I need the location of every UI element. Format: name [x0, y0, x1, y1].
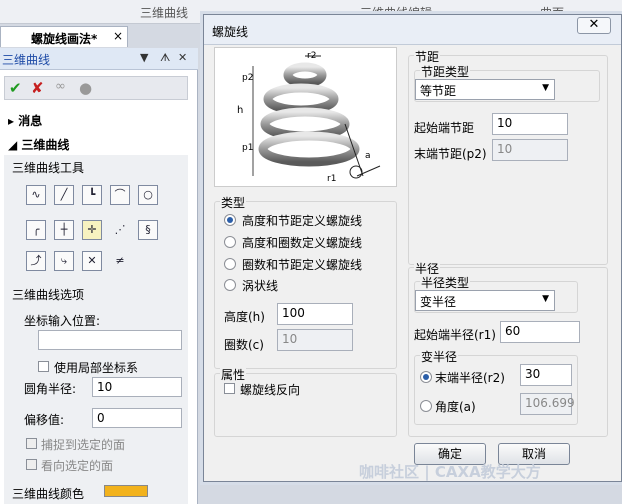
- panel-header: 三维曲线 ▼ ᗑ ✕: [0, 48, 198, 70]
- helix-dialog: 螺旋线 ✕ r2 p2 h p1 r1 a 类型 高度和节距定义螺旋线 高度和圈…: [203, 14, 622, 482]
- watermark: 咖啡社区 | CAXA教学大方: [359, 463, 541, 481]
- end-radius-radio[interactable]: [420, 371, 432, 383]
- offset-input[interactable]: 0: [92, 408, 182, 428]
- type-radio-turns-pitch[interactable]: [224, 258, 236, 270]
- panel-dropdown-icon[interactable]: ▼: [140, 51, 148, 64]
- local-coord-checkbox[interactable]: [38, 361, 49, 372]
- close-tab-icon[interactable]: ×: [113, 29, 123, 43]
- type-label-turns-pitch: 圈数和节距定义螺旋线: [242, 258, 363, 272]
- end-radius-input[interactable]: 30: [520, 364, 572, 386]
- start-radius-input[interactable]: 60: [500, 321, 580, 343]
- coord-label: 坐标输入位置:: [24, 314, 101, 328]
- tools-title: 三维曲线工具: [12, 161, 85, 175]
- tool-offset-icon[interactable]: ≠: [110, 251, 130, 271]
- helix-diagram-svg: r2 p2 h p1 r1 a: [237, 51, 381, 190]
- messages-section[interactable]: ▸ 消息: [8, 112, 42, 129]
- chevron-down-icon: ▼: [542, 294, 549, 304]
- dialog-titlebar: 螺旋线 ✕: [204, 15, 621, 45]
- diagram-label-r2: r2: [307, 51, 316, 61]
- fillet-label: 圆角半径:: [24, 382, 77, 396]
- tool-bridge-icon[interactable]: ⤷: [54, 251, 74, 271]
- view-face-checkbox[interactable]: [26, 459, 37, 470]
- type-label-height-turns: 高度和圈数定义螺旋线: [242, 236, 363, 250]
- tool-trim-icon[interactable]: ✕: [82, 251, 102, 271]
- tool-snap-point-icon[interactable]: ✛: [82, 220, 102, 240]
- tool-helix-icon[interactable]: §: [138, 220, 158, 240]
- turns-label: 圈数(c): [224, 338, 264, 352]
- start-radius-label: 起始端半径(r1): [414, 328, 496, 342]
- var-radius-title: 变半径: [420, 348, 459, 365]
- dialog-close-icon[interactable]: ✕: [577, 17, 611, 34]
- type-label-spiral: 涡状线: [242, 279, 279, 293]
- fillet-radius-input[interactable]: 10: [92, 377, 182, 397]
- start-pitch-input[interactable]: 10: [492, 113, 568, 135]
- tool-point-icon[interactable]: ┼: [54, 220, 74, 240]
- angle-input[interactable]: 106.699: [520, 393, 575, 415]
- height-input[interactable]: 100: [277, 303, 353, 325]
- cancel-icon[interactable]: ✘: [31, 79, 44, 97]
- check-icon[interactable]: ✔: [9, 79, 22, 97]
- angle-radio[interactable]: [420, 400, 432, 412]
- tool-arc-icon[interactable]: ⌒: [110, 185, 130, 205]
- reverse-checkbox[interactable]: [224, 383, 235, 394]
- tool-dot-line-icon[interactable]: ⋰: [110, 220, 130, 240]
- type-label-height-pitch: 高度和节距定义螺旋线: [242, 214, 363, 228]
- menu-item-3d-curve[interactable]: 三维曲线: [140, 4, 188, 21]
- view-face-label: 看向选定的面: [41, 459, 114, 473]
- document-tab-label: 螺旋线画法*: [31, 32, 98, 46]
- snap-face-checkbox[interactable]: [26, 438, 37, 449]
- dialog-title: 螺旋线: [212, 25, 249, 39]
- tool-spline-icon[interactable]: ∿: [26, 185, 46, 205]
- type-radio-height-pitch[interactable]: [224, 214, 236, 226]
- panel-close-icon[interactable]: ✕: [178, 51, 187, 64]
- diagram-label-r1: r1: [327, 174, 336, 184]
- tool-polyline-icon[interactable]: ┗: [82, 185, 102, 205]
- helix-diagram: r2 p2 h p1 r1 a: [214, 47, 397, 190]
- radius-type-select[interactable]: 变半径 ▼: [415, 290, 555, 311]
- type-radio-spiral[interactable]: [224, 279, 236, 291]
- coord-input[interactable]: [38, 330, 182, 350]
- start-pitch-label: 起始端节距: [414, 121, 475, 135]
- radius-type-value: 变半径: [420, 295, 457, 309]
- record-icon[interactable]: ●: [79, 79, 92, 97]
- color-label: 三维曲线颜色: [12, 487, 85, 501]
- preview-icon[interactable]: ∞: [55, 79, 66, 94]
- panel-title: 三维曲线: [2, 53, 51, 67]
- snap-face-label: 捕捉到选定的面: [41, 438, 126, 452]
- tool-project-icon[interactable]: ⤴: [26, 251, 46, 271]
- pitch-type-title: 节距类型: [420, 63, 471, 80]
- end-radius-label: 末端半径(r2): [435, 371, 505, 385]
- end-pitch-input[interactable]: 10: [492, 139, 568, 161]
- tool-circle-icon[interactable]: ○: [138, 185, 158, 205]
- pin-icon[interactable]: ᗑ: [160, 51, 170, 65]
- local-coord-label: 使用局部坐标系: [54, 361, 139, 375]
- curve-color-swatch[interactable]: [104, 485, 148, 497]
- type-group-title: 类型: [220, 194, 247, 211]
- end-pitch-label: 末端节距(p2): [414, 147, 487, 161]
- reverse-label: 螺旋线反向: [240, 383, 301, 397]
- pitch-type-value: 等节距: [420, 84, 457, 98]
- action-bar: ✔ ✘ ∞ ●: [4, 76, 188, 100]
- angle-label: 角度(a): [435, 400, 476, 414]
- offset-label: 偏移值:: [24, 413, 65, 427]
- tool-line-icon[interactable]: ╱: [54, 185, 74, 205]
- tool-fillet-icon[interactable]: ╭: [26, 220, 46, 240]
- curve-section[interactable]: ◢ 三维曲线: [8, 136, 69, 153]
- pitch-type-select[interactable]: 等节距 ▼: [415, 79, 555, 100]
- type-radio-height-turns[interactable]: [224, 236, 236, 248]
- turns-input[interactable]: 10: [277, 329, 353, 351]
- diagram-label-p2: p2: [242, 73, 253, 83]
- chevron-down-icon: ▼: [542, 83, 549, 93]
- document-tab[interactable]: 螺旋线画法* ×: [0, 26, 128, 47]
- diagram-label-p1: p1: [242, 143, 253, 153]
- radius-type-title: 半径类型: [420, 274, 471, 291]
- tools-area: 三维曲线工具 ∿ ╱ ┗ ⌒ ○ ╭ ┼ ✛ ⋰ § ⤴ ⤷ ✕ ≠ 三维曲线选…: [4, 155, 188, 504]
- diagram-label-a: a: [365, 151, 371, 161]
- diagram-label-h: h: [237, 105, 243, 116]
- options-title: 三维曲线选项: [12, 288, 85, 302]
- height-label: 高度(h): [224, 310, 265, 324]
